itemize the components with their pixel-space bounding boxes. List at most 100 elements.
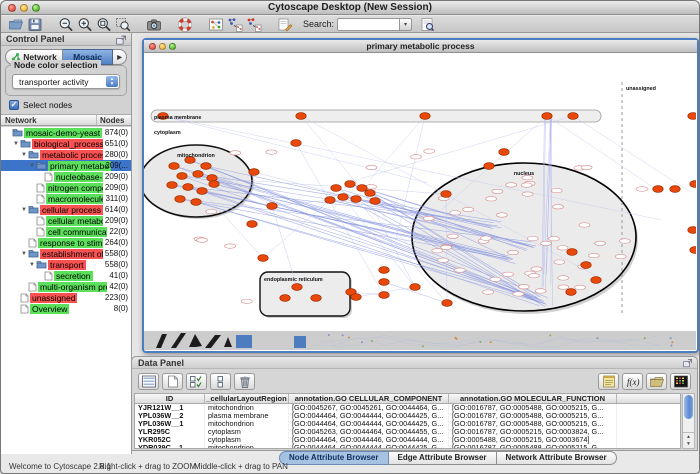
attribute-table-icon[interactable]: [138, 373, 159, 390]
table-cell: [GO:0044464, GO:0044446, GO:0044444, G..…: [289, 436, 449, 444]
snapshot-icon[interactable]: [144, 16, 163, 32]
scroll-down-icon[interactable]: ▼: [686, 441, 691, 448]
graph-node: [542, 113, 552, 120]
new-network-all-edges-icon[interactable]: [225, 16, 244, 32]
table-cell: mitochondrion: [205, 444, 289, 449]
tree-row[interactable]: cell communicat22(0): [1, 226, 131, 237]
tree-item-label: secretion: [54, 271, 93, 281]
expand-triangle-icon[interactable]: ▼: [20, 251, 28, 257]
select-nodes-checkbox[interactable]: ✓: [9, 100, 19, 110]
search-dropdown-icon[interactable]: ▾: [399, 18, 412, 31]
save-icon[interactable]: [25, 16, 44, 32]
unselect-attributes-icon[interactable]: [210, 373, 231, 390]
tree-row[interactable]: secretion41(0): [1, 270, 131, 281]
node-color-selection-group: Node color selection transporter activit…: [5, 65, 127, 96]
zoom-in-icon[interactable]: [75, 16, 94, 32]
graph-node: [568, 113, 578, 120]
network-window-titlebar[interactable]: primary metabolic process: [144, 40, 697, 53]
tree-row[interactable]: ▼cellular process614(0): [1, 204, 131, 215]
column-header[interactable]: annotation.GO CELLULAR_COMPONENT: [289, 394, 449, 403]
tree-item-count: 223(0): [103, 292, 128, 303]
table-row[interactable]: YPL036W__1mitochondrion[GO:0044464, GO:0…: [135, 420, 680, 428]
zoom-selected-icon[interactable]: [113, 16, 132, 32]
tree-row[interactable]: Overview8(0): [1, 303, 131, 314]
node-color-dropdown[interactable]: transporter activity ▲▼: [12, 74, 120, 89]
svg-text:endoplasmic reticulum: endoplasmic reticulum: [264, 277, 323, 283]
table-cell: YPL036W__2: [135, 412, 205, 420]
attribute-matrix-icon[interactable]: [670, 373, 691, 390]
tree-row[interactable]: nucleobase-209(0): [1, 171, 131, 182]
function-builder-icon[interactable]: f(x): [622, 373, 643, 390]
zoom-window-icon[interactable]: [32, 4, 40, 12]
close-icon[interactable]: [149, 43, 156, 50]
network-canvas[interactable]: plasma membranecytoplasmmitochondrionnuc…: [144, 54, 696, 331]
tree-row[interactable]: ▼primary metabo209(...: [1, 160, 131, 171]
column-header[interactable]: [617, 394, 681, 403]
expand-triangle-icon[interactable]: ▼: [20, 152, 28, 158]
tree-row[interactable]: ▼biological_process651(0): [1, 138, 131, 149]
table-cell: [GO:0016787, GO:0005488, GO:0005215, G..…: [449, 412, 617, 420]
table-cell: YKR052C: [135, 436, 205, 444]
page-icon: [36, 227, 45, 237]
tree-header-nodes[interactable]: Nodes: [97, 115, 131, 125]
network-image-icon[interactable]: [206, 16, 225, 32]
table-row[interactable]: YKR052Ccytoplasm[GO:0044464, GO:0044446,…: [135, 436, 680, 444]
search-label: Search:: [303, 19, 334, 29]
zoom-out-icon[interactable]: [56, 16, 75, 32]
tree-row[interactable]: macromolecule311(0): [1, 193, 131, 204]
regions-layer: [144, 82, 638, 318]
table-row[interactable]: YPL036W__2plasma membrane[GO:0044464, GO…: [135, 412, 680, 420]
tree-item-count: 42(0): [107, 281, 128, 292]
expand-triangle-icon[interactable]: ▼: [28, 262, 36, 268]
network-view-window[interactable]: primary metabolic process plasma membran…: [142, 38, 699, 353]
open-icon[interactable]: [6, 16, 25, 32]
scrollbar-thumb[interactable]: [684, 395, 693, 419]
help-ring-icon[interactable]: [175, 16, 194, 32]
tree-row[interactable]: ▼metabolic process280(0): [1, 149, 131, 160]
close-icon[interactable]: [8, 4, 16, 12]
tree-row[interactable]: cellular metabo209(0): [1, 215, 131, 226]
table-row[interactable]: YJR121W__1mitochondrion[GO:0045267, GO:0…: [135, 404, 680, 412]
expand-triangle-icon[interactable]: ▼: [20, 207, 28, 213]
folder-icon: [28, 205, 39, 214]
create-attribute-icon[interactable]: [162, 373, 183, 390]
search-config-icon[interactable]: [417, 16, 436, 32]
tree-row[interactable]: unassigned223(0): [1, 292, 131, 303]
tree-header-network[interactable]: Network: [1, 115, 97, 125]
graph-node: [688, 113, 696, 120]
tree-row[interactable]: multi-organism pro42(0): [1, 281, 131, 292]
table-cell: YJR121W__1: [135, 404, 205, 412]
graph-node: [567, 249, 577, 256]
delete-attribute-icon[interactable]: [234, 373, 255, 390]
tree-row[interactable]: ▼transport558(0): [1, 259, 131, 270]
scrollbar-arrows[interactable]: ▲▼: [683, 432, 694, 448]
new-network-selected-edges-icon[interactable]: [244, 16, 263, 32]
select-attributes-icon[interactable]: [186, 373, 207, 390]
column-header[interactable]: ID: [135, 394, 205, 403]
minimize-icon[interactable]: [20, 4, 28, 12]
window-titlebar[interactable]: Cytoscape Desktop (New Session): [1, 1, 699, 15]
tree-row[interactable]: nitrogen compo209(0): [1, 182, 131, 193]
search-input[interactable]: [337, 18, 399, 31]
column-header[interactable]: annotation.GO MOLECULAR_FUNCTION: [449, 394, 617, 403]
attribute-editor-icon[interactable]: [598, 373, 619, 390]
annotate-icon[interactable]: [275, 16, 294, 32]
graph-node: [169, 163, 179, 170]
zoom-fit-icon[interactable]: [94, 16, 113, 32]
zoom-window-icon[interactable]: [169, 43, 176, 50]
table-row[interactable]: YLR295Ccytoplasm[GO:0045263, GO:0044464,…: [135, 428, 680, 436]
import-attributes-icon[interactable]: [646, 373, 667, 390]
minimize-icon[interactable]: [159, 43, 166, 50]
table-scrollbar[interactable]: ▲▼: [682, 393, 695, 449]
tree-row[interactable]: response to stimul264(0): [1, 237, 131, 248]
column-header[interactable]: _cellularLayoutRegion: [205, 394, 289, 403]
expand-triangle-icon[interactable]: ▼: [12, 141, 20, 147]
status-bar: Welcome to Cytoscape 2.8.1 Right-click +…: [1, 462, 699, 473]
tree-row[interactable]: ▼establishment of lo558(0): [1, 248, 131, 259]
float-panel-icon[interactable]: [115, 34, 128, 49]
tree-row[interactable]: mosaic-demo-yeast874(0): [1, 127, 131, 138]
tab-overflow-arrow-icon[interactable]: ▶: [113, 49, 127, 65]
expand-triangle-icon[interactable]: ▼: [28, 163, 36, 169]
scroll-up-icon[interactable]: ▲: [686, 434, 691, 441]
table-row[interactable]: YDR039C__1mitochondrion[GO:0044464, GO:0…: [135, 444, 680, 449]
